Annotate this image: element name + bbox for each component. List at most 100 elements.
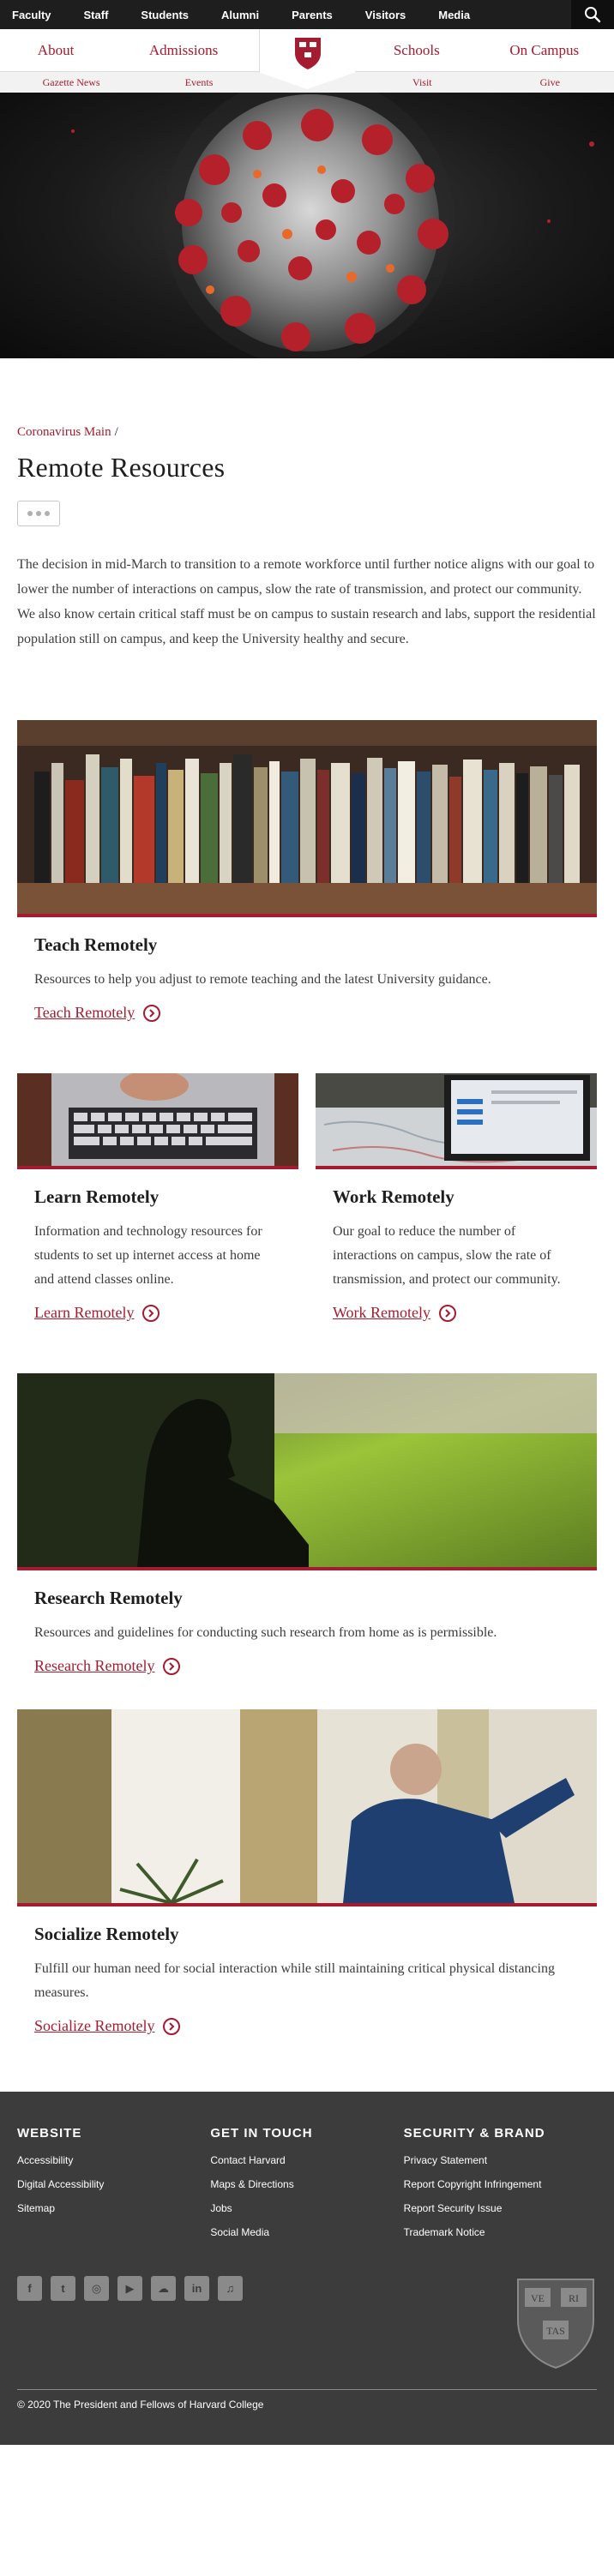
audience-link-faculty[interactable]: Faculty: [12, 9, 51, 21]
audience-bar: Faculty Staff Students Alumni Parents Vi…: [0, 0, 614, 29]
footer-link-security-issue[interactable]: Report Security Issue: [404, 2202, 597, 2214]
footer-divider: [17, 2389, 597, 2390]
link-label: Work Remotely: [333, 1304, 431, 1321]
nav-events[interactable]: Events: [185, 76, 214, 89]
audience-link-staff[interactable]: Staff: [84, 9, 109, 21]
search-button[interactable]: [571, 0, 614, 29]
link-label: Learn Remotely: [34, 1304, 135, 1321]
search-icon: [585, 7, 601, 23]
laptop-keyboard-photo: [17, 1073, 298, 1166]
laptop-map-photo: [316, 1073, 597, 1166]
laptop-map-image: [316, 1073, 597, 1169]
audience-link-alumni[interactable]: Alumni: [221, 9, 259, 21]
card-learn-remotely: Learn Remotely Information and technolog…: [17, 1073, 298, 1322]
sub-nav-right: Visit Give: [307, 72, 614, 93]
card-desc-teach: Resources to help you adjust to remote t…: [34, 972, 491, 987]
nav-on-campus[interactable]: On Campus: [509, 42, 579, 59]
window-man-photo: [17, 1709, 597, 1903]
audience-link-students[interactable]: Students: [141, 9, 189, 21]
link-label: Teach Remotely: [34, 1004, 135, 1021]
page-title: Remote Resources: [17, 452, 226, 483]
card-title-learn: Learn Remotely: [34, 1186, 160, 1207]
linkedin-icon[interactable]: in: [184, 2276, 209, 2301]
chevron-right-icon: [163, 2017, 181, 2035]
nav-gazette-news[interactable]: Gazette News: [43, 76, 100, 89]
footer-link-accessibility[interactable]: Accessibility: [17, 2154, 210, 2166]
itunes-icon[interactable]: ♫: [218, 2276, 243, 2301]
footer-link-social-media[interactable]: Social Media: [210, 2226, 403, 2238]
breadcrumb-coronavirus-main[interactable]: Coronavirus Main: [17, 425, 111, 439]
soundcloud-icon[interactable]: ☁: [151, 2276, 176, 2301]
footer-link-contact-harvard[interactable]: Contact Harvard: [210, 2154, 403, 2166]
footer-link-privacy[interactable]: Privacy Statement: [404, 2154, 597, 2166]
copyright-text: © 2020 The President and Fellows of Harv…: [17, 2399, 264, 2411]
card-desc-learn: Information and technology resources for…: [34, 1224, 262, 1287]
hero-image-coronavirus: [0, 93, 614, 358]
card-desc-work: Our goal to reduce the number of interac…: [333, 1224, 561, 1287]
chevron-right-icon: [163, 1657, 181, 1675]
card-title-teach: Teach Remotely: [34, 934, 158, 955]
chevron-right-icon: [142, 1304, 160, 1322]
learn-remotely-link[interactable]: Learn Remotely: [34, 1304, 160, 1322]
footer-heading-brand: SECURITY & BRAND: [403, 2126, 545, 2141]
nav-give[interactable]: Give: [540, 76, 560, 89]
work-remotely-link[interactable]: Work Remotely: [333, 1304, 457, 1322]
footer-security-brand: SECURITY & BRAND Privacy Statement Repor…: [404, 2126, 597, 2250]
breadcrumb-separator: /: [114, 425, 118, 439]
card-title-research: Research Remotely: [34, 1588, 183, 1608]
nav-visit[interactable]: Visit: [412, 76, 432, 89]
site-footer: WEBSITE Accessibility Digital Accessibil…: [0, 2092, 614, 2445]
footer-heading-website: WEBSITE: [17, 2126, 82, 2141]
veritas-shield-logo: VE RI TAS: [517, 2279, 594, 2369]
nav-schools[interactable]: Schools: [394, 42, 440, 59]
veritas-tas: TAS: [546, 2325, 565, 2337]
footer-link-maps[interactable]: Maps & Directions: [210, 2178, 403, 2190]
link-label: Research Remotely: [34, 1657, 155, 1674]
youtube-icon[interactable]: ▶: [117, 2276, 142, 2301]
veritas-ve: VE: [531, 2292, 545, 2304]
nav-admissions[interactable]: Admissions: [149, 42, 218, 59]
footer-get-in-touch: GET IN TOUCH Contact Harvard Maps & Dire…: [210, 2126, 403, 2250]
audience-link-parents[interactable]: Parents: [292, 9, 333, 21]
audience-link-visitors[interactable]: Visitors: [365, 9, 406, 21]
card-research-remotely: Research Remotely Resources and guidelin…: [17, 1373, 597, 1675]
shield-icon: [294, 38, 321, 69]
bookshelf-photo: [17, 720, 597, 914]
social-icons: f t ◎ ▶ ☁ in ♫: [17, 2276, 243, 2301]
window-man-image: [17, 1709, 597, 1906]
footer-heading-contact: GET IN TOUCH: [210, 2126, 313, 2141]
teach-remotely-link[interactable]: Teach Remotely: [34, 1004, 161, 1022]
footer-link-trademark[interactable]: Trademark Notice: [404, 2226, 597, 2238]
card-desc-research: Resources and guidelines for conducting …: [34, 1625, 497, 1640]
footer-link-sitemap[interactable]: Sitemap: [17, 2202, 210, 2214]
bookshelf-image: [17, 720, 597, 917]
footer-link-copyright[interactable]: Report Copyright Infringement: [404, 2178, 597, 2190]
footer-link-jobs[interactable]: Jobs: [210, 2202, 403, 2214]
card-title-socialize: Socialize Remotely: [34, 1924, 179, 1944]
card-desc-socialize: Fulfill our human need for social intera…: [34, 1961, 555, 2000]
facebook-icon[interactable]: f: [17, 2276, 42, 2301]
main-navigation: About Admissions Schools On Campus: [0, 29, 614, 89]
chevron-right-icon: [143, 1004, 161, 1022]
link-label: Socialize Remotely: [34, 2017, 155, 2034]
share-menu-button[interactable]: [17, 501, 60, 526]
more-dot: [36, 511, 41, 516]
more-dots-icon: [27, 511, 33, 516]
breadcrumb: Coronavirus Main /: [17, 425, 597, 440]
research-remotely-link[interactable]: Research Remotely: [34, 1657, 181, 1675]
more-dot: [45, 511, 50, 516]
card-work-remotely: Work Remotely Our goal to reduce the num…: [316, 1073, 597, 1322]
reading-silhouette-image: [17, 1373, 597, 1570]
instagram-icon[interactable]: ◎: [84, 2276, 109, 2301]
laptop-image: [17, 1073, 298, 1169]
card-teach-remotely: Teach Remotely Resources to help you adj…: [17, 720, 597, 1022]
footer-link-digital-accessibility[interactable]: Digital Accessibility: [17, 2178, 210, 2190]
nav-about[interactable]: About: [38, 42, 75, 59]
twitter-icon[interactable]: t: [51, 2276, 75, 2301]
intro-paragraph: The decision in mid-March to transition …: [17, 557, 596, 646]
audience-link-media[interactable]: Media: [438, 9, 470, 21]
card-socialize-remotely: Socialize Remotely Fulfill our human nee…: [17, 1709, 597, 2035]
footer-website: WEBSITE Accessibility Digital Accessibil…: [17, 2126, 210, 2250]
socialize-remotely-link[interactable]: Socialize Remotely: [34, 2017, 181, 2035]
veritas-ri: RI: [569, 2292, 579, 2304]
